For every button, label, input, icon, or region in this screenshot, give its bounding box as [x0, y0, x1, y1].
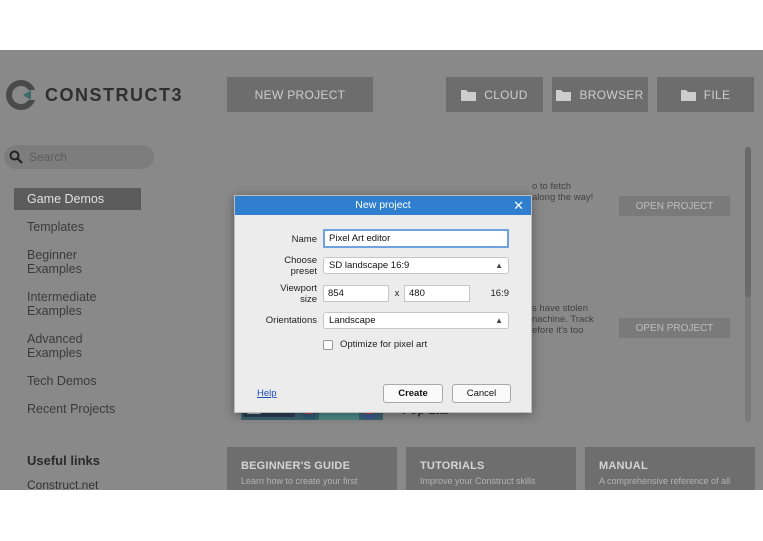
card-description-line: along the way! [532, 192, 594, 203]
scrollbar-thumb[interactable] [745, 147, 751, 297]
sidebar-item-label: Tech Demos [27, 374, 97, 388]
sidebar-item-game-demos[interactable]: Game Demos [14, 188, 141, 210]
folder-icon [461, 89, 477, 101]
card-description: s have stolen nachine. Track efore it's … [532, 303, 594, 336]
cloud-label: CLOUD [484, 87, 528, 102]
card-description-line: efore it's too [532, 325, 584, 336]
new-project-label: NEW PROJECT [254, 87, 346, 102]
file-button[interactable]: FILE [657, 77, 754, 112]
open-project-button[interactable]: OPEN PROJECT [619, 318, 730, 338]
browser-button[interactable]: BROWSER [552, 77, 648, 112]
card-description-line: s have stolen [532, 303, 588, 314]
sidebar-item-tech-demos[interactable]: Tech Demos [14, 370, 164, 392]
sidebar-item-label: Recent Projects [27, 402, 116, 416]
logo-text: CONSTRUCT3 [45, 84, 184, 105]
project-name-input[interactable] [323, 229, 509, 248]
file-label: FILE [703, 87, 731, 102]
cancel-label: Cancel [466, 388, 497, 399]
dialog-title: New project [355, 199, 411, 211]
construct3-start-page: CONSTRUCT3 NEW PROJECT CLOUD BROWSER FIL… [0, 50, 763, 490]
construct-logo-icon [6, 80, 38, 110]
cloud-button[interactable]: CLOUD [446, 77, 543, 112]
sidebar-nav: Game Demos Templates Beginner Examples I… [14, 188, 164, 420]
help-link[interactable]: Help [257, 388, 277, 399]
useful-link-construct-net[interactable]: Construct.net [27, 478, 98, 490]
name-label: Name [291, 234, 317, 245]
sidebar-item-label: Intermediate Examples [27, 290, 97, 318]
viewport-x-separator: x [394, 288, 400, 299]
orientation-selected-value: Landscape [329, 315, 376, 326]
sidebar-item-advanced-examples[interactable]: Advanced Examples [14, 328, 114, 364]
tutorials-card[interactable]: TUTORIALS Improve your Construct skills [406, 447, 576, 490]
sidebar-item-beginner-examples[interactable]: Beginner Examples [14, 244, 104, 280]
sidebar-item-intermediate-examples[interactable]: Intermediate Examples [14, 286, 124, 322]
guide-description: Improve your Construct skills [420, 476, 536, 486]
create-button[interactable]: Create [383, 384, 443, 403]
label-line: Viewport [280, 283, 317, 294]
guide-description: Learn how to create your first [241, 476, 358, 486]
search-icon [9, 150, 23, 164]
orientation-select[interactable]: Landscape ▲ [323, 312, 509, 329]
label-line: preset [290, 266, 317, 277]
sidebar-item-label: Game Demos [27, 192, 105, 206]
orientations-label: Orientations [265, 315, 317, 326]
optimize-pixel-art-label[interactable]: Optimize for pixel art [340, 339, 427, 350]
construct3-logo: CONSTRUCT3 [4, 78, 183, 112]
new-project-dialog: New project ✕ Name Choose preset SD land… [234, 195, 532, 413]
sidebar-item-templates[interactable]: Templates [14, 216, 164, 238]
scrollbar-track[interactable] [745, 147, 751, 422]
create-label: Create [398, 388, 428, 399]
select-arrows-icon: ▲ [495, 316, 503, 325]
viewport-width-input[interactable] [323, 285, 389, 302]
close-icon[interactable]: ✕ [513, 196, 524, 215]
viewport-height-input[interactable] [404, 285, 470, 302]
guide-description: A comprehensive reference of all [599, 476, 731, 486]
card-description-line: nachine. Track [532, 314, 594, 325]
guide-title: MANUAL [599, 460, 648, 472]
folder-icon [556, 89, 572, 101]
search-input[interactable] [29, 150, 149, 164]
optimize-pixel-art-checkbox[interactable] [323, 340, 333, 350]
choose-preset-label: Choose preset [255, 255, 317, 277]
sidebar-item-recent-projects[interactable]: Recent Projects [14, 398, 164, 420]
aspect-ratio-text: 16:9 [490, 288, 510, 299]
viewport-size-label: Viewport size [255, 283, 317, 305]
open-project-label: OPEN PROJECT [635, 200, 714, 212]
open-project-button[interactable]: OPEN PROJECT [619, 196, 730, 216]
sidebar-item-label: Advanced Examples [27, 332, 83, 360]
sidebar-item-label: Beginner Examples [27, 248, 82, 276]
preset-select[interactable]: SD landscape 16:9 ▲ [323, 257, 509, 274]
browser-label: BROWSER [579, 87, 644, 102]
select-arrows-icon: ▲ [495, 261, 503, 270]
guide-title: BEGINNER'S GUIDE [241, 460, 351, 472]
manual-card[interactable]: MANUAL A comprehensive reference of all [585, 447, 755, 490]
label-line: Choose [284, 255, 317, 266]
useful-links-heading: Useful links [27, 453, 100, 468]
guide-title: TUTORIALS [420, 460, 485, 472]
preset-selected-value: SD landscape 16:9 [329, 260, 410, 271]
dialog-title-bar: New project ✕ [235, 196, 531, 215]
beginners-guide-card[interactable]: BEGINNER'S GUIDE Learn how to create you… [227, 447, 397, 490]
open-project-label: OPEN PROJECT [635, 322, 714, 334]
folder-icon [680, 89, 696, 101]
new-project-button[interactable]: NEW PROJECT [227, 77, 373, 112]
search-box[interactable] [4, 145, 154, 169]
cancel-button[interactable]: Cancel [452, 384, 511, 403]
card-description-line: o to fetch [532, 181, 572, 192]
label-line: size [300, 294, 317, 305]
sidebar-item-label: Templates [27, 220, 84, 234]
card-description: o to fetch along the way! [532, 181, 593, 203]
